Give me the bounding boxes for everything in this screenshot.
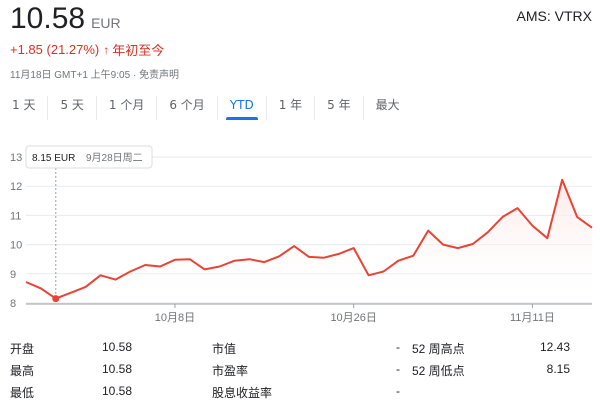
- tooltip-date: 9月28日周二: [86, 152, 143, 164]
- disclaimer-link[interactable]: 免责声明: [139, 70, 179, 81]
- stat-label-52w-high: 52 周高点: [412, 342, 465, 356]
- range-tab[interactable]: YTD: [218, 96, 267, 120]
- stat-label-52w-low: 52 周低点: [412, 364, 465, 378]
- x-tick-label: 11月11日: [510, 312, 555, 324]
- data-point-marker: [52, 295, 60, 303]
- stat-row: 最高 10.58 市盈率 - 52 周低点 8.15: [0, 362, 600, 382]
- stat-value-pe-ratio: -: [396, 362, 400, 376]
- price-chart[interactable]: 8 9 10 11 12 13 10月8日 10月26日 11月11日 8.15 EUR 9月28日…: [0, 140, 600, 330]
- stat-label-pe-ratio: 市盈率: [212, 364, 249, 378]
- y-tick-label: 13: [10, 152, 22, 164]
- y-tick-label: 10: [10, 240, 22, 252]
- range-tab[interactable]: 1 年: [267, 96, 316, 120]
- x-tick-label: 10月8日: [155, 312, 195, 324]
- stat-label-high: 最高: [10, 364, 35, 378]
- stat-label-low: 最低: [10, 386, 35, 400]
- timestamp: 11月18日 GMT+1 上午9:05: [10, 70, 131, 81]
- y-tick-label: 12: [10, 181, 22, 193]
- stat-value-low: 10.58: [101, 384, 132, 398]
- y-tick-label: 9: [10, 269, 16, 281]
- stat-row: 开盘 10.58 市值 - 52 周高点 12.43: [0, 340, 600, 360]
- currency-label: EUR: [91, 15, 121, 31]
- arrow-up-icon: ↑: [103, 42, 110, 57]
- y-tick-label: 11: [10, 210, 21, 222]
- price-header: 10.58 EUR: [10, 2, 121, 36]
- stat-value-52w-high: 12.43: [539, 340, 570, 354]
- stat-value-high: 10.58: [101, 362, 132, 376]
- range-tab[interactable]: 6 个月: [157, 96, 218, 120]
- price-change: +1.85 (21.27%) ↑ 年初至今: [10, 40, 164, 59]
- ticker-symbol: AMS: VTRX: [516, 8, 592, 24]
- y-tick-label: 8: [10, 298, 16, 310]
- stat-value-52w-low: 8.15: [546, 362, 570, 376]
- stat-value-dividend-yield: -: [396, 384, 400, 398]
- series-area: [26, 179, 592, 303]
- stat-label-dividend-yield: 股息收益率: [212, 386, 273, 400]
- period-label: 年初至今: [112, 43, 165, 58]
- stat-label-market-cap: 市值: [212, 342, 237, 356]
- range-tab[interactable]: 5 年: [315, 96, 364, 120]
- stat-value-market-cap: -: [396, 340, 400, 354]
- tooltip-value: 8.15 EUR: [32, 153, 75, 164]
- stat-row: 最低 10.58 股息收益率 -: [0, 384, 600, 404]
- range-tab[interactable]: 5 天: [48, 96, 97, 120]
- quote-meta: 11月18日 GMT+1 上午9:05 · 免责声明: [10, 66, 179, 81]
- range-tabs: 1 天5 天1 个月 6 个月 YTD 1 年5 年最大: [0, 96, 412, 120]
- range-tab[interactable]: 1 天: [0, 96, 49, 120]
- stat-label-open: 开盘: [10, 342, 35, 356]
- x-tick-label: 10月26日: [330, 312, 376, 324]
- current-price: 10.58: [10, 2, 86, 35]
- separator: ·: [132, 70, 137, 81]
- range-tab[interactable]: 最大: [364, 96, 412, 120]
- change-value: +1.85 (21.27%): [10, 42, 100, 57]
- range-tab[interactable]: 1 个月: [97, 96, 158, 120]
- stat-value-open: 10.58: [101, 340, 132, 354]
